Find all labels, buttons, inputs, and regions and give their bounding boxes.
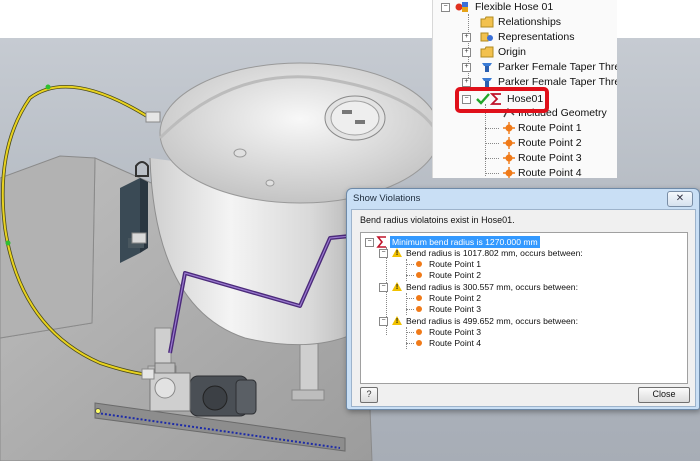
route-point-label: Route Point 2 bbox=[429, 270, 482, 280]
hose01-highlight-box bbox=[455, 87, 549, 113]
folder-icon bbox=[480, 16, 494, 28]
route-point-label: Route Point 3 bbox=[429, 304, 482, 314]
close-button[interactable]: Close bbox=[638, 387, 690, 403]
browser-item-label: Route Point 4 bbox=[518, 167, 582, 178]
show-violations-dialog: Show Violations ✕ Bend radius violatoins… bbox=[346, 188, 700, 410]
browser-item-label: Representations bbox=[498, 31, 575, 43]
expand-icon[interactable]: + bbox=[462, 78, 471, 87]
route-point-label: Route Point 4 bbox=[429, 338, 482, 348]
expand-icon[interactable]: + bbox=[462, 63, 471, 72]
route-point-icon bbox=[502, 167, 516, 178]
collapse-icon[interactable]: − bbox=[379, 283, 388, 292]
route-point-icon bbox=[416, 306, 422, 312]
browser-item-route-point-2[interactable]: Route Point 2 bbox=[485, 136, 617, 150]
browser-item-label: Origin bbox=[498, 46, 527, 58]
sigma-icon bbox=[376, 236, 390, 248]
browser-item-route-point-4[interactable]: Route Point 4 bbox=[485, 166, 617, 178]
browser-item-origin[interactable]: + Origin bbox=[462, 45, 612, 59]
route-point-icon bbox=[502, 137, 516, 149]
dialog-title: Show Violations bbox=[353, 193, 421, 204]
route-point-icon bbox=[416, 340, 422, 346]
help-button[interactable]: ? bbox=[360, 387, 378, 403]
browser-item-label: Route Point 3 bbox=[518, 152, 582, 164]
route-point-icon bbox=[416, 272, 422, 278]
close-icon[interactable]: ✕ bbox=[667, 191, 693, 207]
browser-item-label: Route Point 1 bbox=[518, 122, 582, 134]
folder-icon bbox=[480, 46, 494, 58]
collapse-icon[interactable]: − bbox=[379, 317, 388, 326]
collapse-icon[interactable]: − bbox=[365, 238, 374, 247]
browser-item-label: Flexible Hose 01 bbox=[475, 1, 554, 13]
route-point-icon bbox=[416, 261, 422, 267]
route-point-icon bbox=[502, 122, 516, 134]
assembly-icon bbox=[455, 1, 469, 13]
violation-message: Bend radius violatoins exist in Hose01. bbox=[360, 215, 515, 225]
browser-item-route-point-3[interactable]: Route Point 3 bbox=[485, 151, 617, 165]
collapse-icon[interactable]: − bbox=[379, 249, 388, 258]
route-point-icon bbox=[416, 295, 422, 301]
browser-item-label: Route Point 2 bbox=[518, 137, 582, 149]
tree-guide bbox=[485, 104, 486, 176]
browser-item-relationships[interactable]: Relationships bbox=[462, 15, 612, 29]
browser-item-label: Relationships bbox=[498, 16, 562, 28]
fitting-icon bbox=[480, 61, 494, 73]
browser-item-representations[interactable]: + Representations bbox=[462, 30, 612, 44]
route-point-icon bbox=[502, 152, 516, 164]
collapse-icon[interactable]: − bbox=[441, 3, 450, 12]
representations-icon bbox=[480, 31, 494, 43]
browser-item-fitting-1[interactable]: + Parker Female Taper Threa bbox=[462, 60, 617, 74]
route-point-icon bbox=[416, 329, 422, 335]
browser-item-flexible-hose[interactable]: − Flexible Hose 01 bbox=[441, 0, 617, 14]
dialog-body: Bend radius violatoins exist in Hose01. … bbox=[351, 209, 696, 407]
expand-icon[interactable]: + bbox=[462, 33, 471, 42]
violations-tree[interactable]: − Minimum bend radius is 1270.000 mm − !… bbox=[360, 232, 688, 384]
browser-item-label: Parker Female Taper Threa bbox=[498, 61, 617, 73]
expand-icon[interactable]: + bbox=[462, 48, 471, 57]
browser-item-route-point-1[interactable]: Route Point 1 bbox=[485, 121, 617, 135]
